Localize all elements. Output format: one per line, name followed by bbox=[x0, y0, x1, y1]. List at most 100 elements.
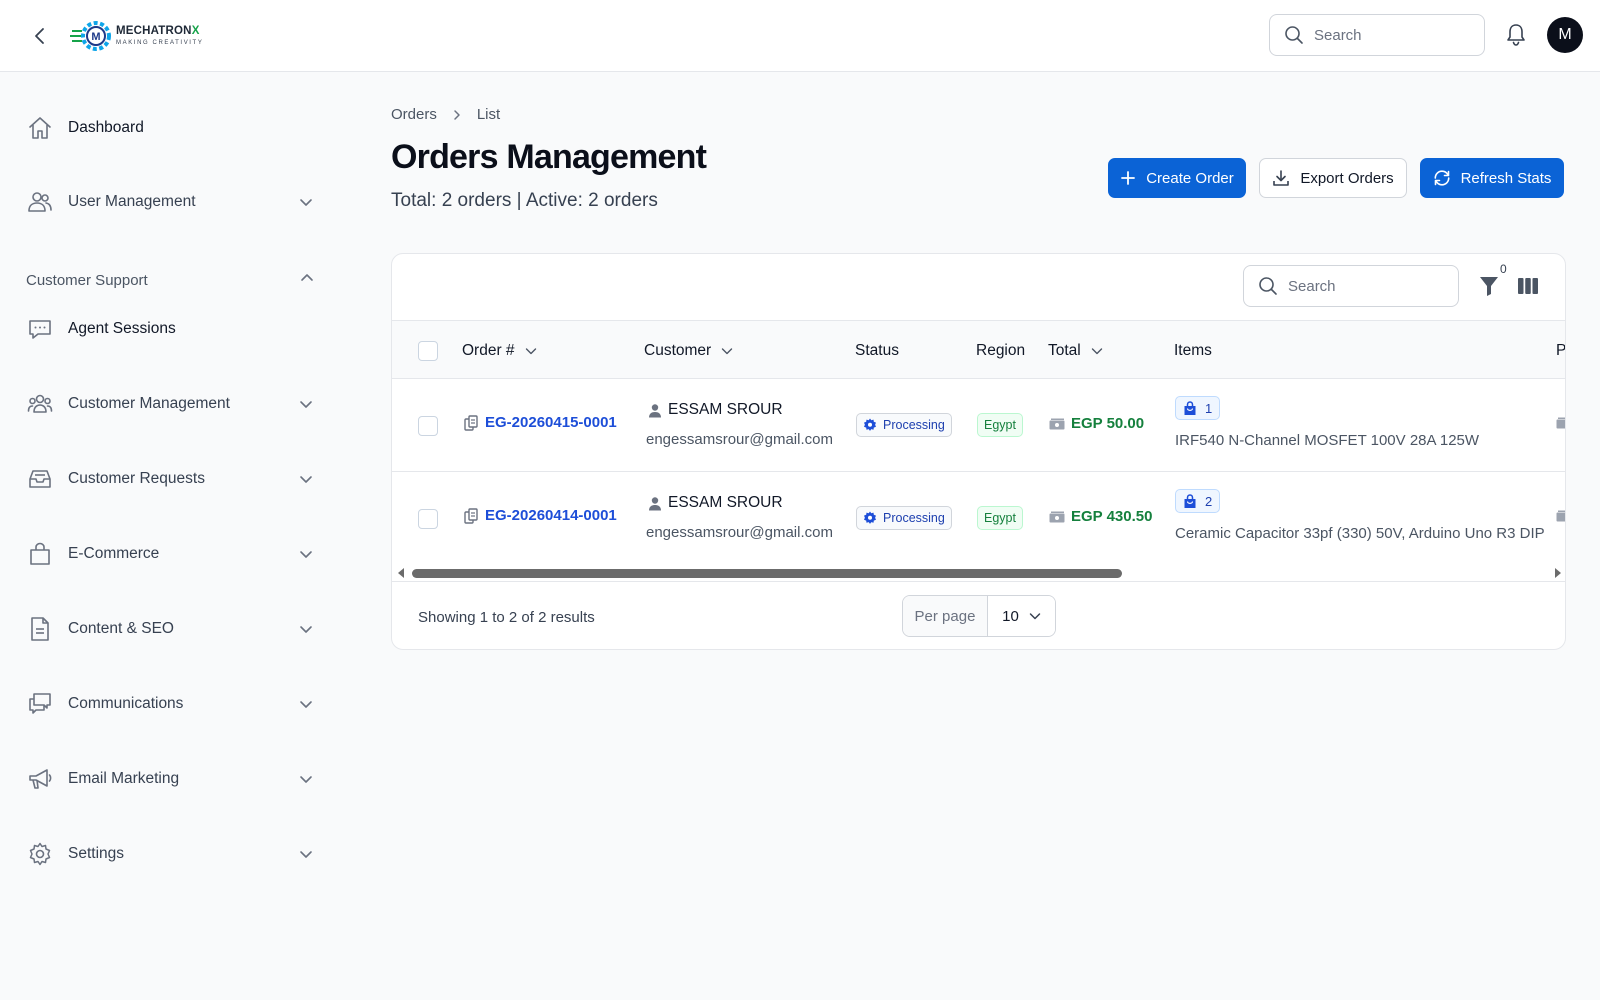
refresh-stats-label: Refresh Stats bbox=[1460, 169, 1552, 187]
chevron-down-icon bbox=[300, 701, 312, 708]
column-items-label: Items bbox=[1174, 341, 1212, 359]
chevron-down-icon bbox=[525, 347, 536, 354]
global-search[interactable] bbox=[1269, 14, 1485, 56]
row-checkbox[interactable] bbox=[418, 509, 438, 529]
table-search-input[interactable] bbox=[1288, 277, 1438, 295]
gear-icon bbox=[864, 418, 876, 431]
page-subtitle: Total: 2 orders | Active: 2 orders bbox=[391, 190, 658, 211]
user-icon bbox=[649, 496, 661, 510]
sidebar-item-label: Settings bbox=[68, 845, 125, 862]
export-orders-label: Export Orders bbox=[1300, 169, 1394, 187]
brand-x: X bbox=[191, 25, 200, 38]
search-icon bbox=[1259, 277, 1277, 295]
sidebar-item-settings[interactable]: Settings bbox=[26, 834, 314, 874]
chevron-down-icon bbox=[300, 851, 312, 858]
plus-icon bbox=[1121, 171, 1136, 185]
shopping-bag-icon bbox=[1184, 400, 1196, 415]
table-search[interactable] bbox=[1243, 265, 1459, 307]
items-count-badge[interactable]: 2 bbox=[1175, 489, 1221, 513]
order-number-link[interactable]: EG-20260414-0001 bbox=[485, 507, 617, 524]
sidebar-item-agent-sessions[interactable]: Agent Sessions bbox=[26, 309, 314, 349]
column-customer[interactable]: Customer bbox=[644, 321, 733, 380]
chevron-down-icon bbox=[300, 199, 312, 206]
items-count-badge[interactable]: 1 bbox=[1175, 396, 1221, 420]
chevron-down-icon bbox=[721, 347, 733, 354]
sidebar-group-customer-support[interactable]: Customer Support bbox=[26, 265, 314, 295]
column-total[interactable]: Total bbox=[1048, 321, 1103, 380]
shopping-bag-icon bbox=[30, 542, 50, 565]
sidebar-item-e-commerce[interactable]: E-Commerce bbox=[26, 534, 314, 574]
refresh-stats-button[interactable]: Refresh Stats bbox=[1420, 158, 1564, 198]
breadcrumb: Orders List bbox=[391, 106, 500, 123]
items-description: Ceramic Capacitor 33pf (330) 50V, Arduin… bbox=[1175, 525, 1545, 542]
create-order-button[interactable]: Create Order bbox=[1108, 158, 1246, 198]
sidebar: Dashboard User Management Customer Suppo… bbox=[0, 72, 340, 1000]
sidebar-item-label: Dashboard bbox=[68, 119, 144, 136]
breadcrumb-orders[interactable]: Orders bbox=[391, 106, 437, 123]
breadcrumb-list: List bbox=[476, 106, 501, 123]
scroll-right-arrow[interactable] bbox=[1555, 568, 1561, 578]
select-all-checkbox[interactable] bbox=[418, 341, 438, 361]
region-badge: Egypt bbox=[977, 413, 1023, 437]
sidebar-item-label: Communications bbox=[68, 695, 184, 712]
notifications-button[interactable] bbox=[1502, 20, 1530, 50]
filter-icon bbox=[1480, 277, 1498, 296]
sidebar-item-label: Customer Management bbox=[68, 395, 230, 412]
cash-icon bbox=[1556, 417, 1565, 429]
cash-icon bbox=[1556, 510, 1565, 522]
column-status: Status bbox=[855, 321, 899, 380]
sidebar-item-dashboard[interactable]: Dashboard bbox=[26, 108, 314, 148]
user-avatar[interactable]: M bbox=[1547, 17, 1583, 53]
global-search-input[interactable] bbox=[1314, 26, 1464, 44]
table-row[interactable]: EG-20260415-0001 ESSAM SROUR engessamsro… bbox=[392, 379, 1565, 472]
scroll-left-arrow[interactable] bbox=[398, 568, 404, 578]
megaphone-icon bbox=[29, 769, 52, 789]
customer-name: ESSAM SROUR bbox=[668, 494, 783, 511]
filter-count-badge: 0 bbox=[1498, 262, 1509, 276]
table-row[interactable]: EG-20260414-0001 ESSAM SROUR engessamsro… bbox=[392, 472, 1565, 565]
scrollbar-thumb[interactable] bbox=[412, 569, 1122, 578]
column-total-label: Total bbox=[1048, 341, 1081, 359]
chat-icon bbox=[29, 320, 51, 339]
sidebar-item-email-marketing[interactable]: Email Marketing bbox=[26, 759, 314, 799]
column-status-label: Status bbox=[855, 341, 899, 359]
per-page-dropdown[interactable]: 10 bbox=[988, 596, 1055, 636]
status-label: Processing bbox=[883, 418, 945, 432]
user-icon bbox=[649, 403, 661, 417]
order-number-link[interactable]: EG-20260415-0001 bbox=[485, 414, 617, 431]
chevron-down-icon bbox=[300, 626, 312, 633]
sidebar-item-user-management[interactable]: User Management bbox=[26, 182, 314, 222]
home-icon bbox=[29, 117, 51, 139]
column-items: Items bbox=[1174, 321, 1212, 380]
column-customer-label: Customer bbox=[644, 341, 712, 359]
row-checkbox[interactable] bbox=[418, 416, 438, 436]
chevron-down-icon bbox=[300, 401, 312, 408]
status-badge: Processing bbox=[856, 413, 952, 437]
column-order[interactable]: Order # bbox=[462, 321, 537, 380]
filter-button[interactable] bbox=[1475, 272, 1503, 300]
toggle-columns-button[interactable] bbox=[1514, 272, 1542, 300]
bell-icon bbox=[1507, 24, 1525, 46]
cash-icon bbox=[1049, 418, 1065, 429]
inbox-icon bbox=[29, 470, 51, 488]
brand-logo[interactable]: M MECHATRONX MAKING CREATIVITY bbox=[70, 16, 203, 56]
sidebar-item-communications[interactable]: Communications bbox=[26, 684, 314, 724]
sidebar-item-content-seo[interactable]: Content & SEO bbox=[26, 609, 314, 649]
export-orders-button[interactable]: Export Orders bbox=[1259, 158, 1407, 198]
download-icon bbox=[1273, 170, 1290, 186]
svg-text:M: M bbox=[91, 31, 100, 43]
items-description: IRF540 N-Channel MOSFET 100V 28A 125W bbox=[1175, 432, 1480, 449]
horizontal-scrollbar[interactable] bbox=[392, 564, 1565, 582]
status-badge: Processing bbox=[856, 506, 952, 530]
top-bar: M MECHATRONX MAKING CREATIVITY M bbox=[0, 0, 1600, 72]
chevron-down-icon bbox=[300, 476, 312, 483]
column-region: Region bbox=[976, 321, 1025, 380]
back-button[interactable] bbox=[26, 22, 54, 50]
chevron-down-icon bbox=[1091, 347, 1102, 354]
users-icon bbox=[28, 192, 52, 212]
order-total: EGP 430.50 bbox=[1071, 508, 1153, 525]
sidebar-item-customer-requests[interactable]: Customer Requests bbox=[26, 459, 314, 499]
per-page-select[interactable]: Per page 10 bbox=[902, 595, 1056, 637]
sidebar-item-customer-management[interactable]: Customer Management bbox=[26, 384, 314, 424]
gear-logo-icon: M bbox=[70, 21, 111, 51]
